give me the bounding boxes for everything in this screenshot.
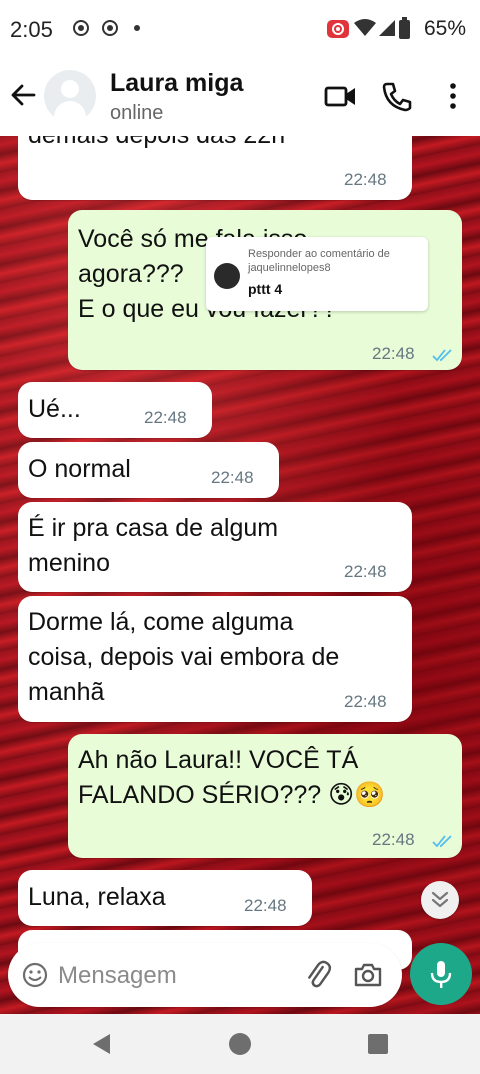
message-bubble-outgoing[interactable]: Ah não Laura!! VOCÊ TÁ FALANDO SÉRIO??? … [68, 734, 462, 858]
message-composer [8, 943, 402, 1007]
message-text: coisa, depois vai embora de [28, 643, 340, 671]
chat-header: Laura miga online [0, 58, 480, 136]
status-time: 2:05 [10, 17, 53, 42]
read-ticks-icon [432, 835, 452, 848]
more-options-icon[interactable] [436, 78, 470, 114]
message-time: 22:48 [344, 692, 387, 711]
wifi-icon [354, 19, 376, 36]
status-bar: 2:05 65% [0, 0, 480, 58]
message-time: 22:48 [344, 170, 387, 189]
message-bubble-incoming[interactable]: O normal 22:48 [18, 442, 279, 498]
message-text: É ir pra casa de algum [28, 514, 279, 542]
record-icon [102, 20, 118, 36]
contact-name[interactable]: Laura miga [110, 69, 243, 98]
message-bubble-incoming[interactable]: demais depois das 22h 22:48 [18, 136, 412, 200]
nav-back-icon[interactable] [93, 1034, 110, 1054]
message-text: Luna, relaxa [28, 883, 166, 911]
message-time: 22:48 [372, 830, 415, 849]
phone-icon[interactable] [380, 78, 414, 114]
emoji-icon[interactable] [22, 962, 48, 988]
signal-icon [379, 20, 395, 36]
message-text: Dorme lá, come alguma [28, 608, 294, 636]
message-text: O normal [28, 455, 131, 483]
nav-recents-icon[interactable] [368, 1034, 388, 1054]
reply-text: pttt 4 [248, 281, 283, 297]
message-bubble-incoming[interactable]: Ué... 22:48 [18, 382, 212, 438]
message-input[interactable] [56, 960, 300, 992]
message-time: 22:48 [244, 896, 287, 915]
reply-comment-overlay: Responder ao comentário de jaquelinnelop… [206, 237, 428, 311]
message-time: 22:48 [372, 344, 415, 363]
screen-record-icon [327, 20, 349, 38]
avatar[interactable] [44, 70, 96, 122]
nav-home-icon[interactable] [229, 1033, 251, 1055]
dot-icon [134, 25, 140, 31]
message-time: 22:48 [144, 408, 187, 427]
attach-icon[interactable] [302, 959, 334, 991]
message-bubble-incoming[interactable]: É ir pra casa de algum menino 22:48 [18, 502, 412, 592]
message-text: Ah não Laura!! VOCÊ TÁ [78, 746, 359, 774]
chat-area[interactable]: demais depois das 22h 22:48 Você só me f… [0, 136, 480, 1014]
battery-percent: 65% [423, 17, 466, 40]
message-text: manhã [28, 678, 105, 706]
contact-status: online [110, 102, 164, 124]
camera-icon[interactable] [352, 959, 384, 991]
video-call-icon[interactable] [324, 78, 358, 114]
message-text: demais depois das 22h [28, 136, 285, 153]
message-text: FALANDO SÉRIO??? 😰🥺 [78, 781, 386, 809]
reply-label: Responder ao comentário de jaquelinnelop… [248, 248, 390, 274]
commenter-avatar [214, 263, 240, 289]
system-nav-bar [0, 1014, 480, 1074]
message-time: 22:48 [211, 468, 254, 487]
message-bubble-incoming[interactable]: Dorme lá, come alguma coisa, depois vai … [18, 596, 412, 722]
battery-icon [399, 17, 410, 39]
voice-message-button[interactable] [410, 943, 472, 1005]
message-time: 22:48 [344, 562, 387, 581]
chevron-double-down-icon [431, 891, 449, 908]
microphone-icon [430, 961, 452, 988]
message-bubble-incoming[interactable]: Luna, relaxa 22:48 [18, 870, 312, 926]
scroll-to-bottom-button[interactable] [421, 881, 459, 919]
back-arrow-icon[interactable] [8, 80, 38, 110]
message-text: Ué... [28, 395, 81, 423]
message-text: agora??? [78, 260, 184, 288]
message-text: menino [28, 549, 110, 577]
record-icon [73, 20, 89, 36]
read-ticks-icon [432, 349, 452, 362]
